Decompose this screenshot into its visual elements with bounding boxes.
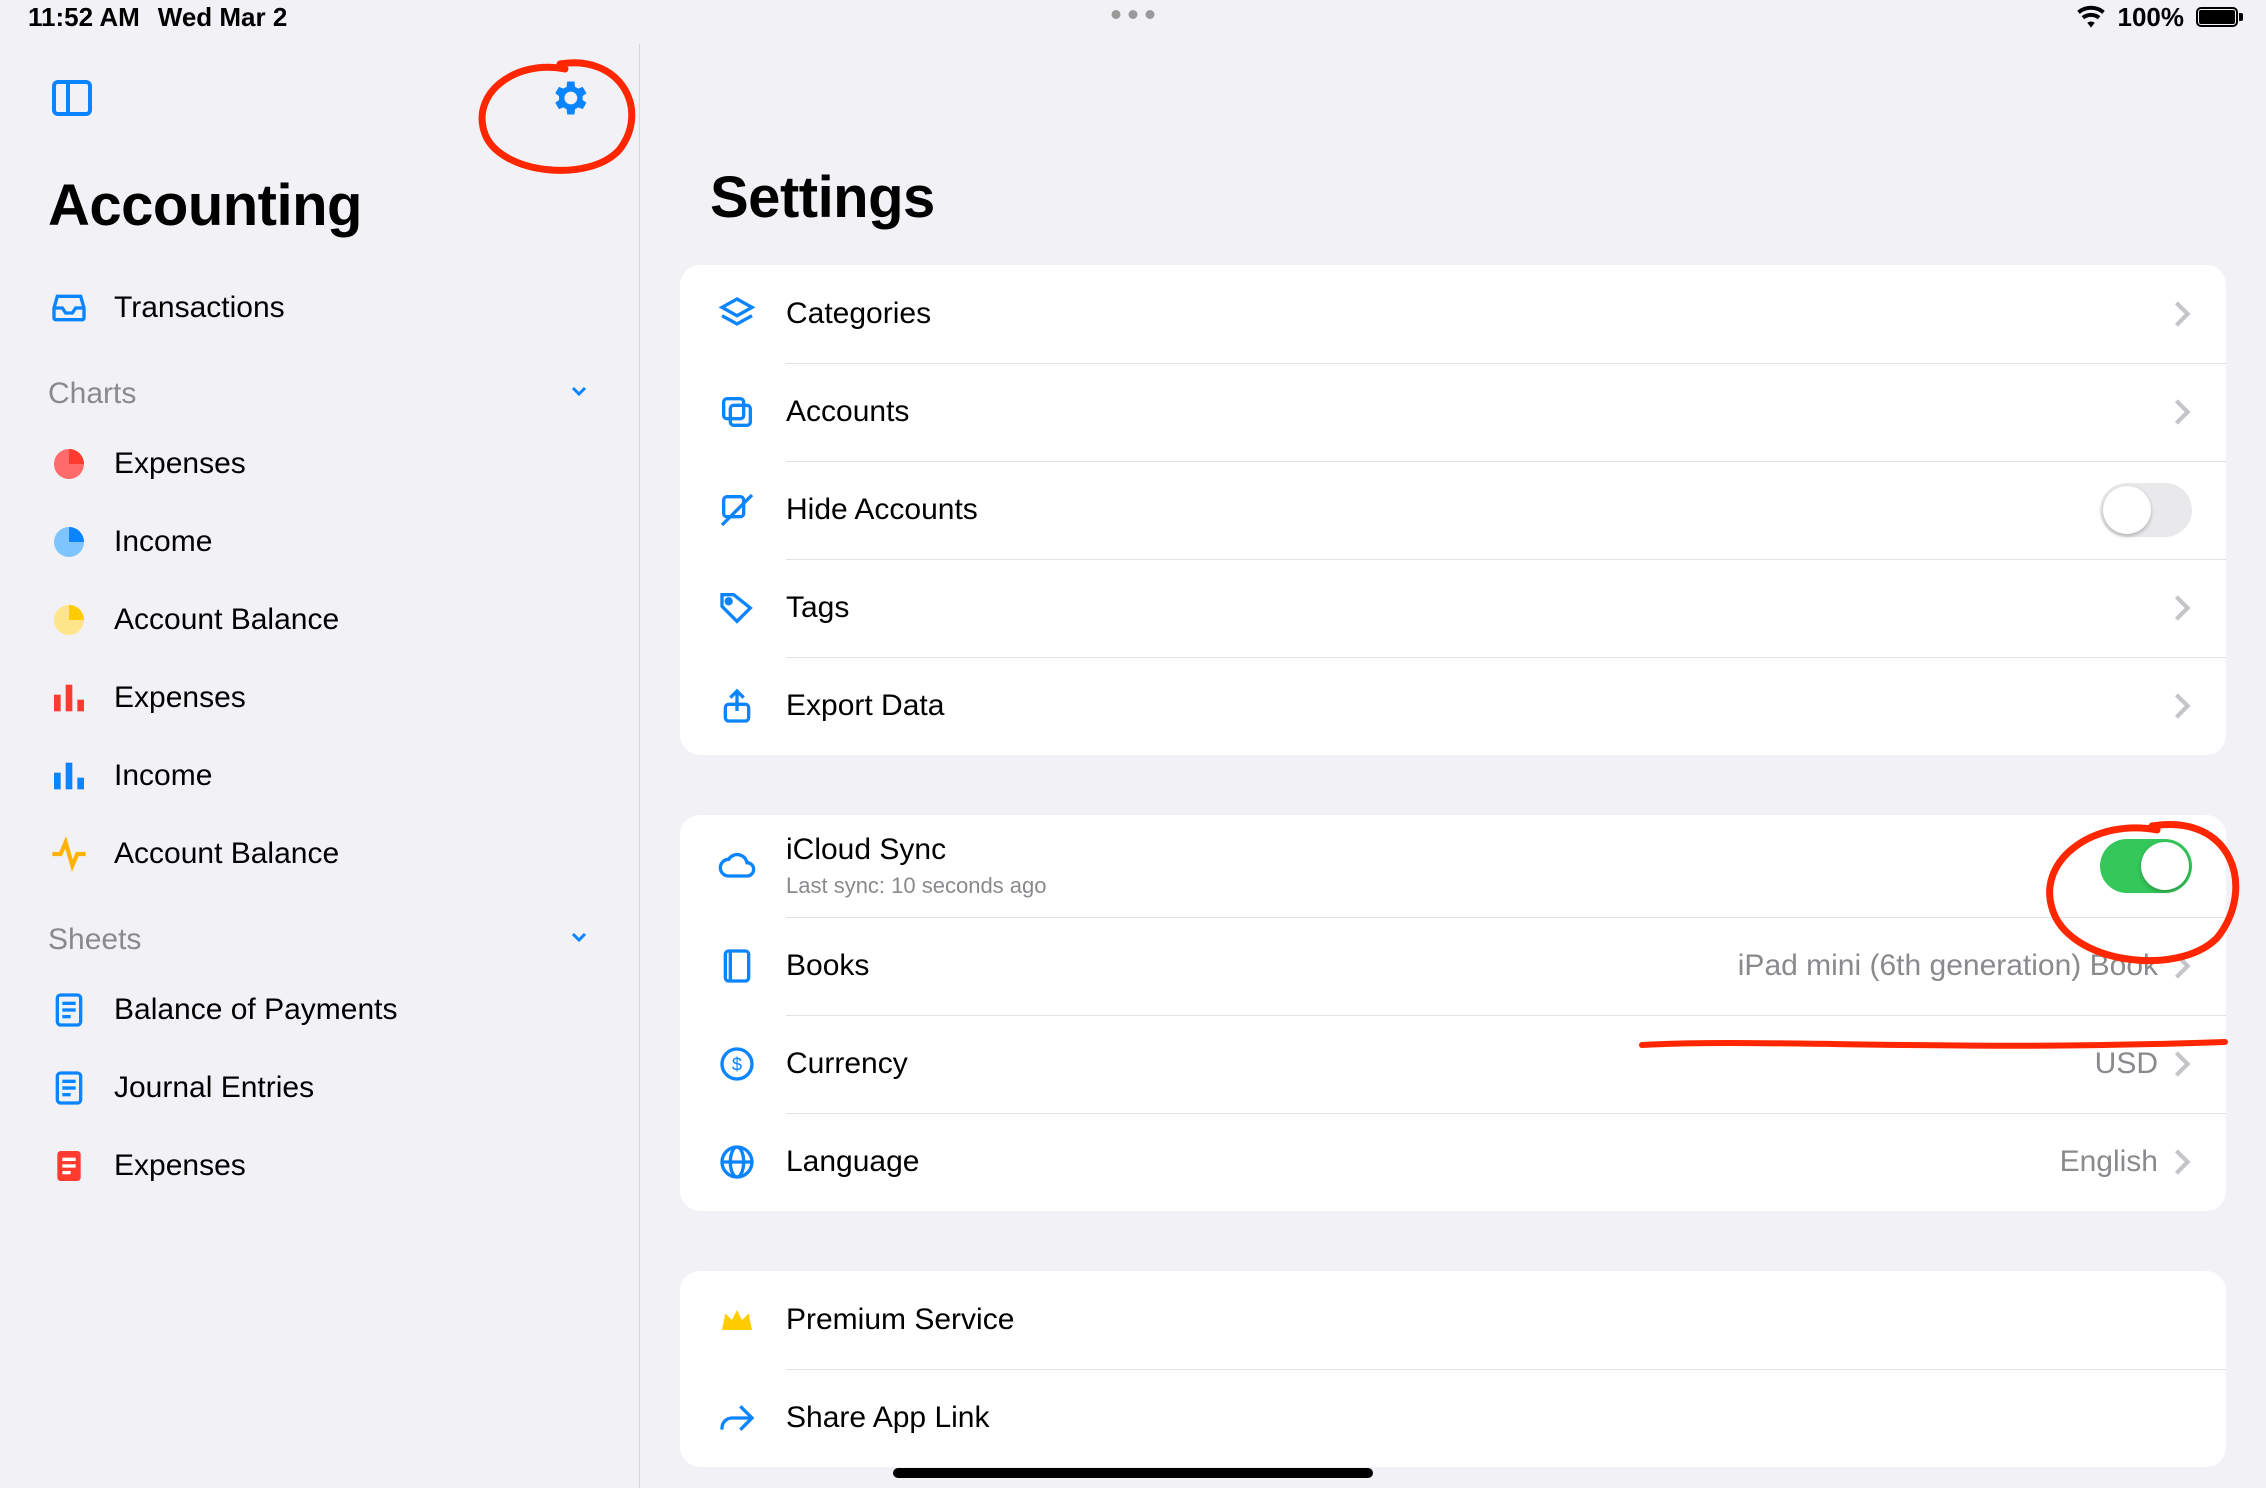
chevron-right-icon xyxy=(2172,1050,2226,1078)
document-icon xyxy=(48,1145,90,1187)
pie-chart-icon xyxy=(48,599,90,641)
activity-icon xyxy=(48,833,90,875)
sidebar-section-charts[interactable]: Charts xyxy=(0,347,639,425)
sidebar-title: Accounting xyxy=(0,132,639,269)
pie-chart-icon xyxy=(48,443,90,485)
hide-icon xyxy=(714,487,760,533)
row-label: Share App Link xyxy=(786,1401,2226,1435)
chevron-right-icon xyxy=(2172,594,2226,622)
row-value: USD xyxy=(2095,1047,2158,1081)
status-bar: 11:52 AM Wed Mar 2 100% xyxy=(0,0,2266,34)
row-label: iCloud Sync xyxy=(786,833,1047,867)
row-label: Currency xyxy=(786,1047,2095,1081)
layers-icon xyxy=(714,291,760,337)
chevron-right-icon xyxy=(2172,692,2226,720)
sidebar-item-chart-expenses[interactable]: Expenses xyxy=(0,425,639,503)
chevron-right-icon xyxy=(2172,952,2226,980)
sidebar-section-sheets[interactable]: Sheets xyxy=(0,893,639,971)
settings-row-language[interactable]: Language English xyxy=(680,1113,2226,1211)
row-label: Categories xyxy=(786,297,2172,331)
pie-chart-icon xyxy=(48,521,90,563)
sidebar-item-label: Account Balance xyxy=(114,603,339,637)
document-icon xyxy=(48,1067,90,1109)
sidebar-item-chart-income[interactable]: Income xyxy=(0,503,639,581)
settings-row-accounts[interactable]: Accounts xyxy=(680,363,2226,461)
sidebar-item-label: Expenses xyxy=(114,1149,246,1183)
sidebar-item-transactions[interactable]: Transactions xyxy=(0,269,639,347)
sidebar-item-line-account-balance[interactable]: Account Balance xyxy=(0,815,639,893)
sidebar-item-label: Balance of Payments xyxy=(114,993,398,1027)
row-sublabel: Last sync: 10 seconds ago xyxy=(786,873,1047,899)
main-pane: Settings Categories Accounts Hide Accoun… xyxy=(640,44,2266,1488)
bar-chart-icon xyxy=(48,677,90,719)
sidebar-item-chart-account-balance[interactable]: Account Balance xyxy=(0,581,639,659)
settings-row-export-data[interactable]: Export Data xyxy=(680,657,2226,755)
hide-accounts-toggle[interactable] xyxy=(2100,483,2192,537)
bar-chart-icon xyxy=(48,755,90,797)
status-time: 11:52 AM xyxy=(28,2,140,33)
battery-icon xyxy=(2196,7,2238,27)
sidebar-item-label: Account Balance xyxy=(114,837,339,871)
sidebar-item-label: Income xyxy=(114,759,212,793)
row-label: Books xyxy=(786,949,1738,983)
sidebar-item-bar-expenses[interactable]: Expenses xyxy=(0,659,639,737)
status-date: Wed Mar 2 xyxy=(158,2,288,33)
battery-percentage: 100% xyxy=(2118,2,2185,33)
sidebar-item-label: Transactions xyxy=(114,291,285,325)
sidebar-item-sheet-balance-of-payments[interactable]: Balance of Payments xyxy=(0,971,639,1049)
settings-row-books[interactable]: Books iPad mini (6th generation) Book xyxy=(680,917,2226,1015)
settings-row-share-app-link[interactable]: Share App Link xyxy=(680,1369,2226,1467)
settings-group-sync: iCloud Sync Last sync: 10 seconds ago Bo… xyxy=(680,815,2226,1211)
copy-icon xyxy=(714,389,760,435)
settings-group-general: Categories Accounts Hide Accounts Tags xyxy=(680,265,2226,755)
home-indicator[interactable] xyxy=(893,1468,1373,1478)
settings-row-icloud-sync[interactable]: iCloud Sync Last sync: 10 seconds ago xyxy=(680,815,2226,917)
globe-icon xyxy=(714,1139,760,1185)
share-icon xyxy=(714,683,760,729)
wifi-icon xyxy=(2076,2,2106,32)
sidebar-item-bar-income[interactable]: Income xyxy=(0,737,639,815)
cloud-icon xyxy=(714,843,760,889)
chevron-right-icon xyxy=(2172,300,2226,328)
sidebar-item-sheet-journal-entries[interactable]: Journal Entries xyxy=(0,1049,639,1127)
icloud-sync-toggle[interactable] xyxy=(2100,839,2192,893)
document-icon xyxy=(48,989,90,1031)
sidebar-item-label: Income xyxy=(114,525,212,559)
chevron-right-icon xyxy=(2172,1148,2226,1176)
row-label: Premium Service xyxy=(786,1303,2226,1337)
settings-group-premium: Premium Service Share App Link xyxy=(680,1271,2226,1467)
sidebar-item-label: Expenses xyxy=(114,681,246,715)
row-label: Hide Accounts xyxy=(786,493,2100,527)
sidebar-item-label: Journal Entries xyxy=(114,1071,314,1105)
crown-icon xyxy=(714,1297,760,1343)
sidebar: Accounting Transactions Charts Expenses xyxy=(0,44,640,1488)
row-label: Export Data xyxy=(786,689,2172,723)
sidebar-item-label: Expenses xyxy=(114,447,246,481)
settings-row-premium-service[interactable]: Premium Service xyxy=(680,1271,2226,1369)
sidebar-item-sheet-expenses[interactable]: Expenses xyxy=(0,1127,639,1205)
svg-text:$: $ xyxy=(732,1054,742,1075)
book-icon xyxy=(714,943,760,989)
multitasking-dots[interactable] xyxy=(1112,10,1155,19)
row-label: Tags xyxy=(786,591,2172,625)
settings-button[interactable] xyxy=(547,76,591,125)
inbox-icon xyxy=(48,287,90,329)
chevron-down-icon xyxy=(567,377,591,411)
settings-row-currency[interactable]: $ Currency USD xyxy=(680,1015,2226,1113)
tag-icon xyxy=(714,585,760,631)
settings-row-categories[interactable]: Categories xyxy=(680,265,2226,363)
chevron-down-icon xyxy=(567,923,591,957)
row-value: English xyxy=(2060,1145,2158,1179)
settings-row-tags[interactable]: Tags xyxy=(680,559,2226,657)
row-label: Language xyxy=(786,1145,2060,1179)
settings-row-hide-accounts[interactable]: Hide Accounts xyxy=(680,461,2226,559)
page-title: Settings xyxy=(640,84,2266,265)
sidebar-toggle-icon[interactable] xyxy=(48,74,96,127)
row-label: Accounts xyxy=(786,395,2172,429)
row-value: iPad mini (6th generation) Book xyxy=(1738,949,2158,983)
currency-icon: $ xyxy=(714,1041,760,1087)
chevron-right-icon xyxy=(2172,398,2226,426)
share-arrow-icon xyxy=(714,1395,760,1441)
